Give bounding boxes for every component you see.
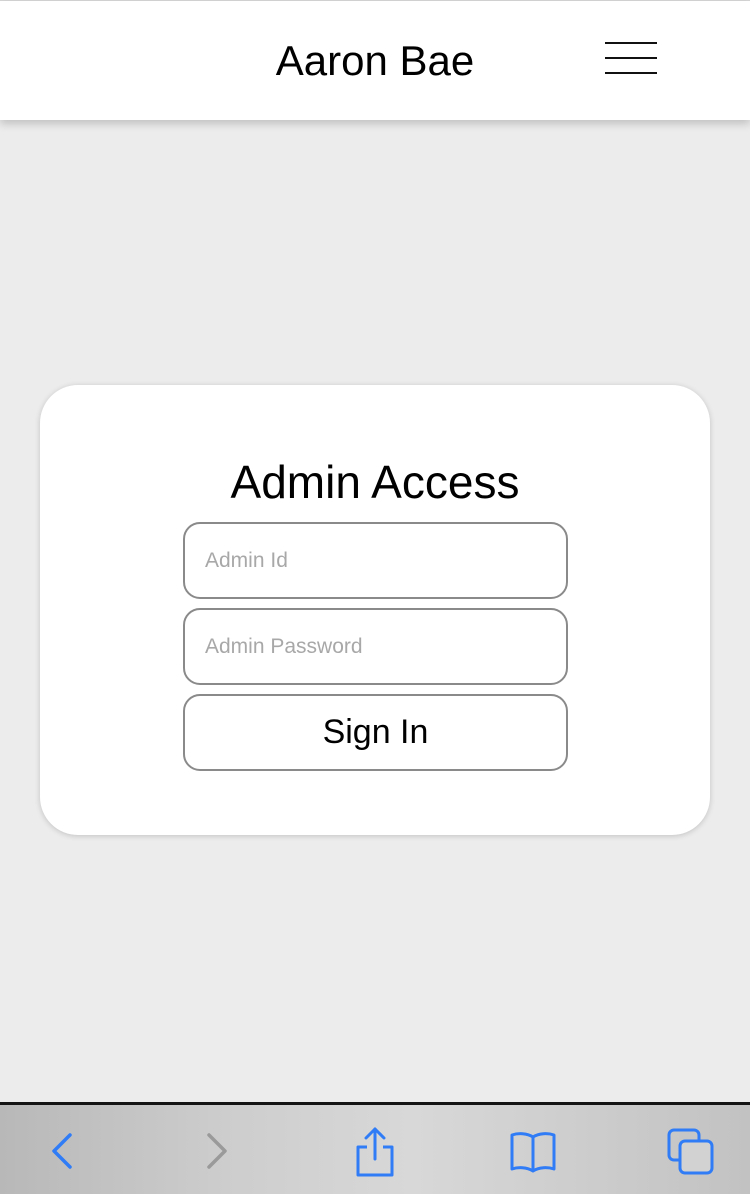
- admin-password-input[interactable]: [183, 608, 568, 685]
- back-icon[interactable]: [30, 1121, 90, 1181]
- tabs-icon[interactable]: [660, 1121, 720, 1181]
- browser-toolbar: [0, 1102, 750, 1194]
- site-header: Aaron Bae: [0, 1, 750, 120]
- page: Aaron Bae Admin Access Sign In: [0, 0, 750, 1194]
- hamburger-menu-icon[interactable]: [598, 35, 664, 83]
- forward-icon[interactable]: [187, 1121, 247, 1181]
- bookmarks-icon[interactable]: [503, 1121, 563, 1181]
- share-icon[interactable]: [345, 1121, 405, 1181]
- admin-id-input[interactable]: [183, 522, 568, 599]
- sign-in-button[interactable]: Sign In: [183, 694, 568, 771]
- login-title: Admin Access: [230, 456, 520, 508]
